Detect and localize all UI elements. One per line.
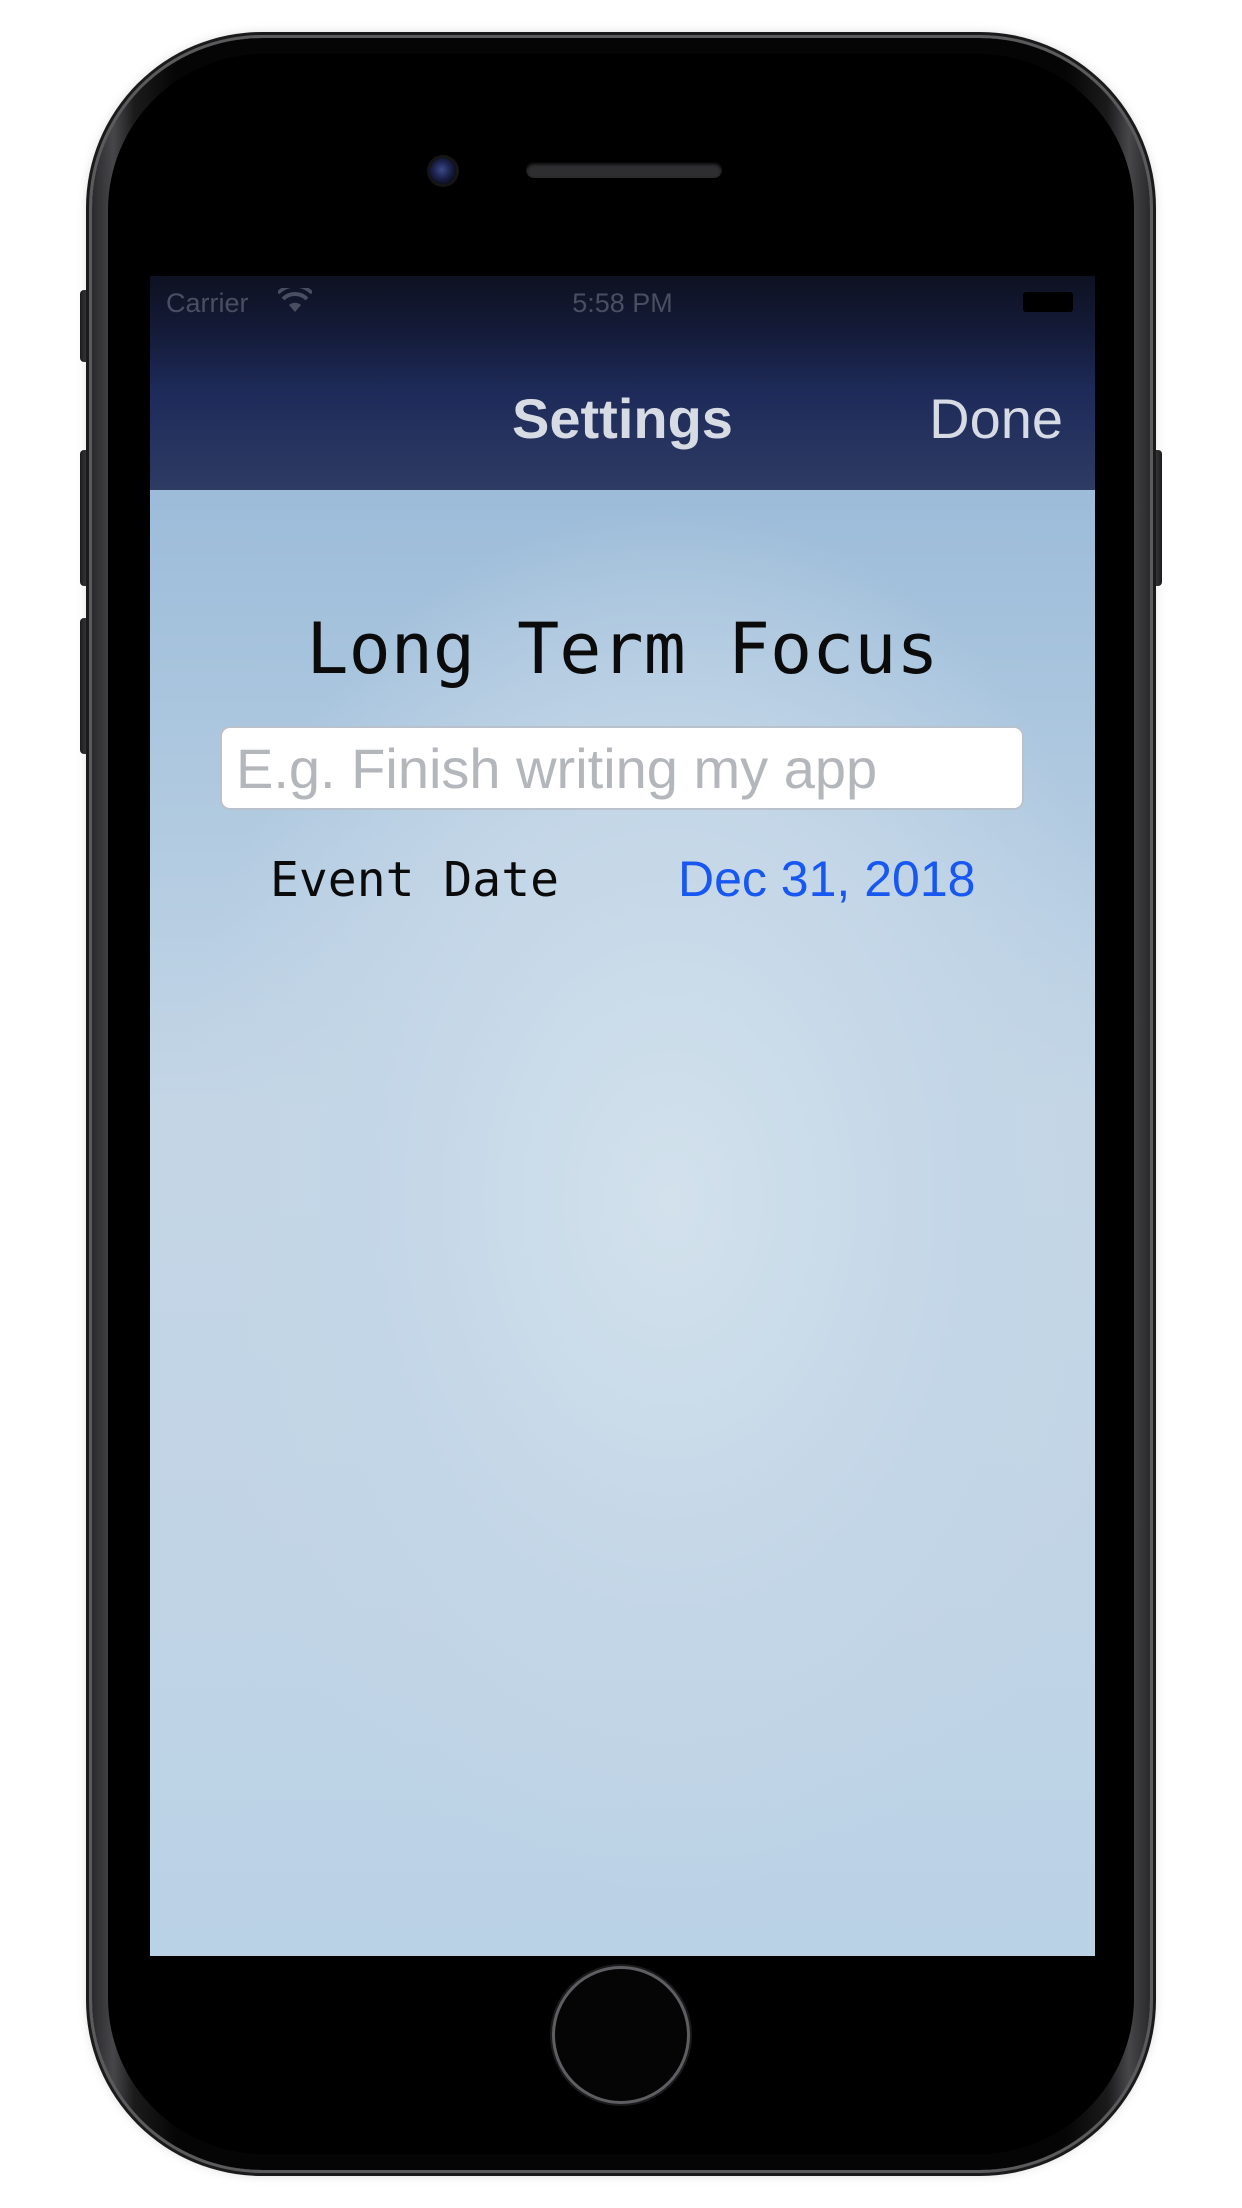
status-time: 5:58 PM [572, 288, 673, 318]
app-screen: Carrier 5:58 PM Settings Done Long Term … [150, 276, 1095, 1956]
done-button[interactable]: Done [929, 386, 1063, 451]
event-date-button[interactable]: Dec 31, 2018 [678, 850, 975, 908]
section-title: Long Term Focus [306, 608, 939, 690]
earpiece-speaker [526, 162, 722, 178]
battery-icon [1023, 292, 1073, 312]
front-camera [430, 158, 456, 184]
status-bar: Carrier 5:58 PM [150, 276, 1095, 332]
home-button[interactable] [552, 1966, 690, 2104]
focus-input[interactable] [220, 726, 1024, 810]
event-date-label: Event Date [270, 852, 559, 908]
power-button [1148, 450, 1162, 586]
